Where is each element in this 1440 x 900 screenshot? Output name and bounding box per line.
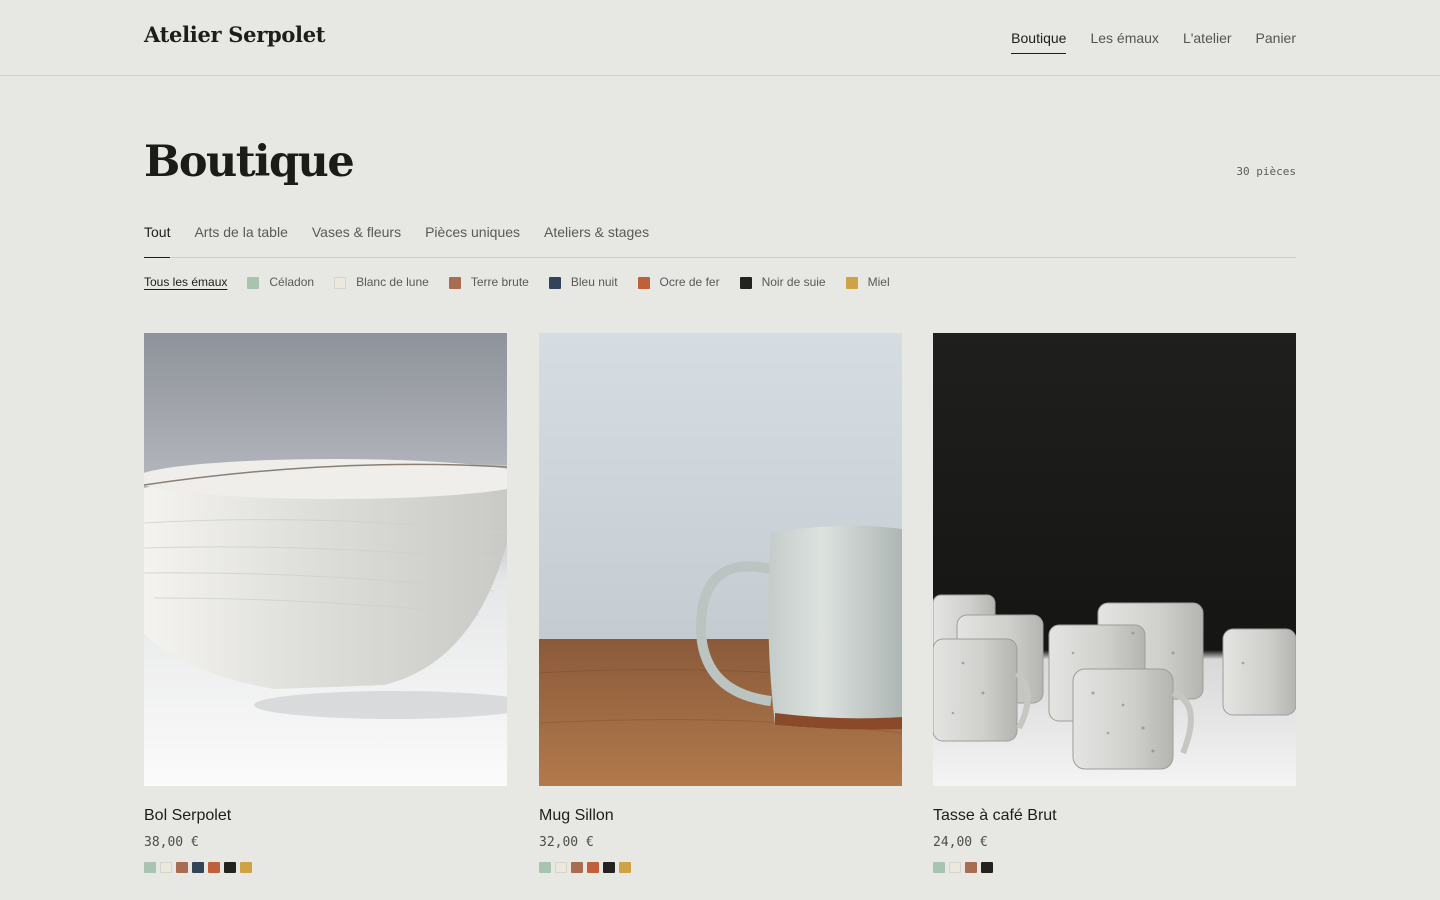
product-name[interactable]: Tasse à café Brut: [933, 806, 1296, 826]
glaze-dot: [176, 862, 188, 873]
glaze-label: Ocre de fer: [659, 275, 720, 289]
tab-vases-fleurs[interactable]: Vases & fleurs: [312, 222, 401, 258]
glaze-swatch: [448, 276, 461, 289]
nav-les-emaux[interactable]: Les émaux: [1090, 30, 1158, 54]
category-tabs: Tout Arts de la table Vases & fleurs Piè…: [144, 222, 1296, 258]
glaze-filter-bleu-nuit[interactable]: Bleu nuit: [548, 274, 618, 291]
tab-arts-de-la-table[interactable]: Arts de la table: [194, 222, 287, 258]
product-price: 38,00 €: [144, 835, 199, 850]
glaze-filter-terre-brute[interactable]: Terre brute: [448, 274, 529, 291]
product-image-speckled-cups[interactable]: [933, 333, 1296, 786]
glaze-dot: [933, 862, 945, 873]
product-glaze-dots: [933, 862, 1296, 873]
glaze-dot: [144, 862, 156, 873]
glaze-dot: [587, 862, 599, 873]
glaze-label: Terre brute: [470, 275, 529, 289]
glaze-dot: [571, 862, 583, 873]
glaze-swatch: [334, 276, 347, 289]
tab-tout[interactable]: Tout: [144, 222, 171, 258]
glaze-label: Miel: [867, 275, 890, 289]
glaze-label: Noir de suie: [761, 275, 826, 289]
glaze-swatch: [845, 276, 858, 289]
nav-panier[interactable]: Panier: [1256, 30, 1296, 54]
glaze-filter-blanc-de-lune[interactable]: Blanc de lune: [334, 274, 429, 291]
glaze-dot: [240, 862, 252, 873]
glaze-swatch: [637, 276, 650, 289]
glaze-dot: [160, 862, 172, 873]
brand-logo[interactable]: Atelier Serpolet: [144, 22, 326, 47]
product-glaze-dots: [539, 862, 902, 873]
glaze-dot: [949, 862, 961, 873]
product-image-white-bowl[interactable]: [144, 333, 507, 786]
product-name[interactable]: Mug Sillon: [539, 806, 902, 826]
glaze-filter-celadon[interactable]: Céladon: [247, 274, 314, 291]
glaze-dot: [224, 862, 236, 873]
glaze-dot: [555, 862, 567, 873]
glaze-label: Céladon: [269, 275, 315, 289]
glaze-swatch: [247, 276, 260, 289]
product-card-mug-sillon[interactable]: Mug Sillon 32,00 €: [539, 333, 902, 873]
product-card-bol-serpolet[interactable]: Bol Serpolet 38,00 €: [144, 333, 507, 873]
glaze-label: Bleu nuit: [570, 275, 618, 289]
page-title: Boutique: [144, 137, 355, 187]
glaze-swatch: [739, 276, 752, 289]
nav-boutique[interactable]: Boutique: [1011, 30, 1067, 54]
glaze-dot: [981, 862, 993, 873]
glaze-dot: [965, 862, 977, 873]
item-count: 30 pièces: [1236, 165, 1296, 178]
product-glaze-dots: [144, 862, 507, 873]
glaze-filter-noir-de-suie[interactable]: Noir de suie: [739, 274, 826, 291]
main-nav: Boutique Les émaux L'atelier Panier: [1011, 30, 1296, 54]
glaze-filter: Tous les émaux Céladon Blanc de lune Ter…: [144, 274, 910, 291]
glaze-filter-all[interactable]: Tous les émaux: [144, 274, 227, 291]
glaze-dot: [208, 862, 220, 873]
glaze-filter-miel[interactable]: Miel: [845, 274, 890, 291]
glaze-dot: [192, 862, 204, 873]
tab-ateliers-stages[interactable]: Ateliers & stages: [544, 222, 649, 258]
tab-pieces-uniques[interactable]: Pièces uniques: [425, 222, 520, 258]
glaze-dot: [619, 862, 631, 873]
glaze-dot: [603, 862, 615, 873]
glaze-label: Blanc de lune: [356, 275, 429, 289]
product-name[interactable]: Bol Serpolet: [144, 806, 507, 826]
glaze-filter-ocre-de-fer[interactable]: Ocre de fer: [637, 274, 720, 291]
product-card-tasse-cafe-brut[interactable]: Tasse à café Brut 24,00 €: [933, 333, 1296, 873]
site-header: Atelier Serpolet Boutique Les émaux L'at…: [0, 0, 1440, 76]
product-price: 32,00 €: [539, 835, 594, 850]
glaze-dot: [539, 862, 551, 873]
glaze-swatch: [548, 276, 561, 289]
product-image-white-mug-on-wood[interactable]: [539, 333, 902, 786]
product-price: 24,00 €: [933, 835, 988, 850]
nav-atelier[interactable]: L'atelier: [1183, 30, 1232, 54]
